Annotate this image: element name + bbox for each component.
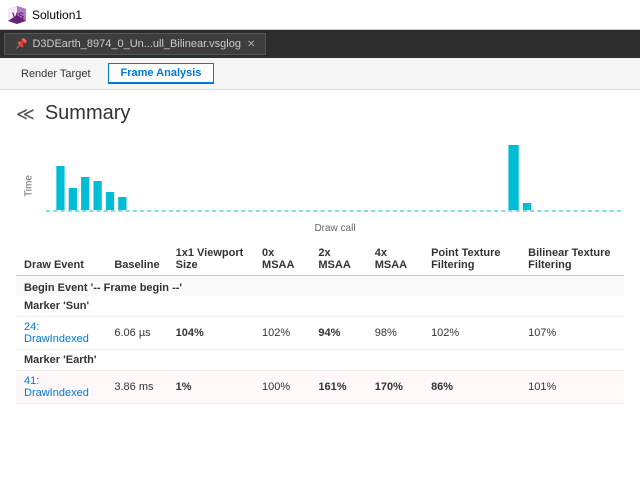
viewport-41: 1% <box>168 371 254 404</box>
baseline-41: 3.86 ms <box>106 371 167 404</box>
bilinear-24: 107% <box>520 317 624 350</box>
marker-sun-row: Marker 'Sun' <box>16 296 624 317</box>
frame-analysis-button[interactable]: Frame Analysis <box>108 63 215 84</box>
table-header-row: Draw Event Baseline 1x1 Viewport Size 0x… <box>16 243 624 276</box>
main-content: ≪ Summary Time Draw call Draw Event Base… <box>0 90 640 502</box>
svg-text:VS: VS <box>12 11 24 21</box>
col-draw-event: Draw Event <box>16 243 106 276</box>
section-label-begin: Begin Event '-- Frame begin --' <box>16 276 624 297</box>
app-title: Solution1 <box>32 8 82 22</box>
col-bilinear: Bilinear Texture Filtering <box>520 243 624 276</box>
draw-event-41[interactable]: 41: DrawIndexed <box>16 371 106 404</box>
col-point: Point Texture Filtering <box>423 243 520 276</box>
point-24: 102% <box>423 317 520 350</box>
marker-earth-label: Marker 'Earth' <box>16 350 624 371</box>
chart-y-label: Time <box>23 175 34 197</box>
col-msaa2: 2x MSAA <box>310 243 366 276</box>
viewport-24: 104% <box>168 317 254 350</box>
col-msaa4: 4x MSAA <box>367 243 423 276</box>
toolbar: Render Target Frame Analysis <box>0 58 640 90</box>
chart-container: Time Draw call <box>46 141 624 231</box>
vs-logo-icon: VS <box>8 6 26 24</box>
tab-close-icon[interactable]: ✕ <box>247 39 255 50</box>
data-table: Draw Event Baseline 1x1 Viewport Size 0x… <box>16 243 624 404</box>
marker-earth-row: Marker 'Earth' <box>16 350 624 371</box>
col-msaa0: 0x MSAA <box>254 243 310 276</box>
msaa2-41: 161% <box>310 371 366 404</box>
table-row: 24: DrawIndexed 6.06 µs 104% 102% 94% 98… <box>16 317 624 350</box>
msaa4-24: 98% <box>367 317 423 350</box>
chart-svg <box>46 141 624 221</box>
title-bar: VS Solution1 <box>0 0 640 30</box>
col-viewport: 1x1 Viewport Size <box>168 243 254 276</box>
msaa0-41: 100% <box>254 371 310 404</box>
tab-label: D3DEarth_8974_0_Un...ull_Bilinear.vsglog <box>32 38 241 50</box>
summary-header: ≪ Summary <box>16 102 624 125</box>
summary-title: Summary <box>45 102 131 125</box>
chart-x-label: Draw call <box>46 223 624 234</box>
baseline-24: 6.06 µs <box>106 317 167 350</box>
draw-event-24[interactable]: 24: DrawIndexed <box>16 317 106 350</box>
msaa2-24: 94% <box>310 317 366 350</box>
table-row: 41: DrawIndexed 3.86 ms 1% 100% 161% 170… <box>16 371 624 404</box>
msaa4-41: 170% <box>367 371 423 404</box>
msaa0-24: 102% <box>254 317 310 350</box>
col-baseline: Baseline <box>106 243 167 276</box>
pin-icon: 📌 <box>15 39 27 50</box>
marker-sun-label: Marker 'Sun' <box>16 296 624 317</box>
render-target-button[interactable]: Render Target <box>8 64 104 84</box>
section-header-begin: Begin Event '-- Frame begin --' <box>16 276 624 297</box>
point-41: 86% <box>423 371 520 404</box>
file-tab[interactable]: 📌 D3DEarth_8974_0_Un...ull_Bilinear.vsgl… <box>4 33 266 55</box>
bilinear-41: 101% <box>520 371 624 404</box>
tab-bar: 📌 D3DEarth_8974_0_Un...ull_Bilinear.vsgl… <box>0 30 640 58</box>
collapse-icon[interactable]: ≪ <box>16 105 35 123</box>
